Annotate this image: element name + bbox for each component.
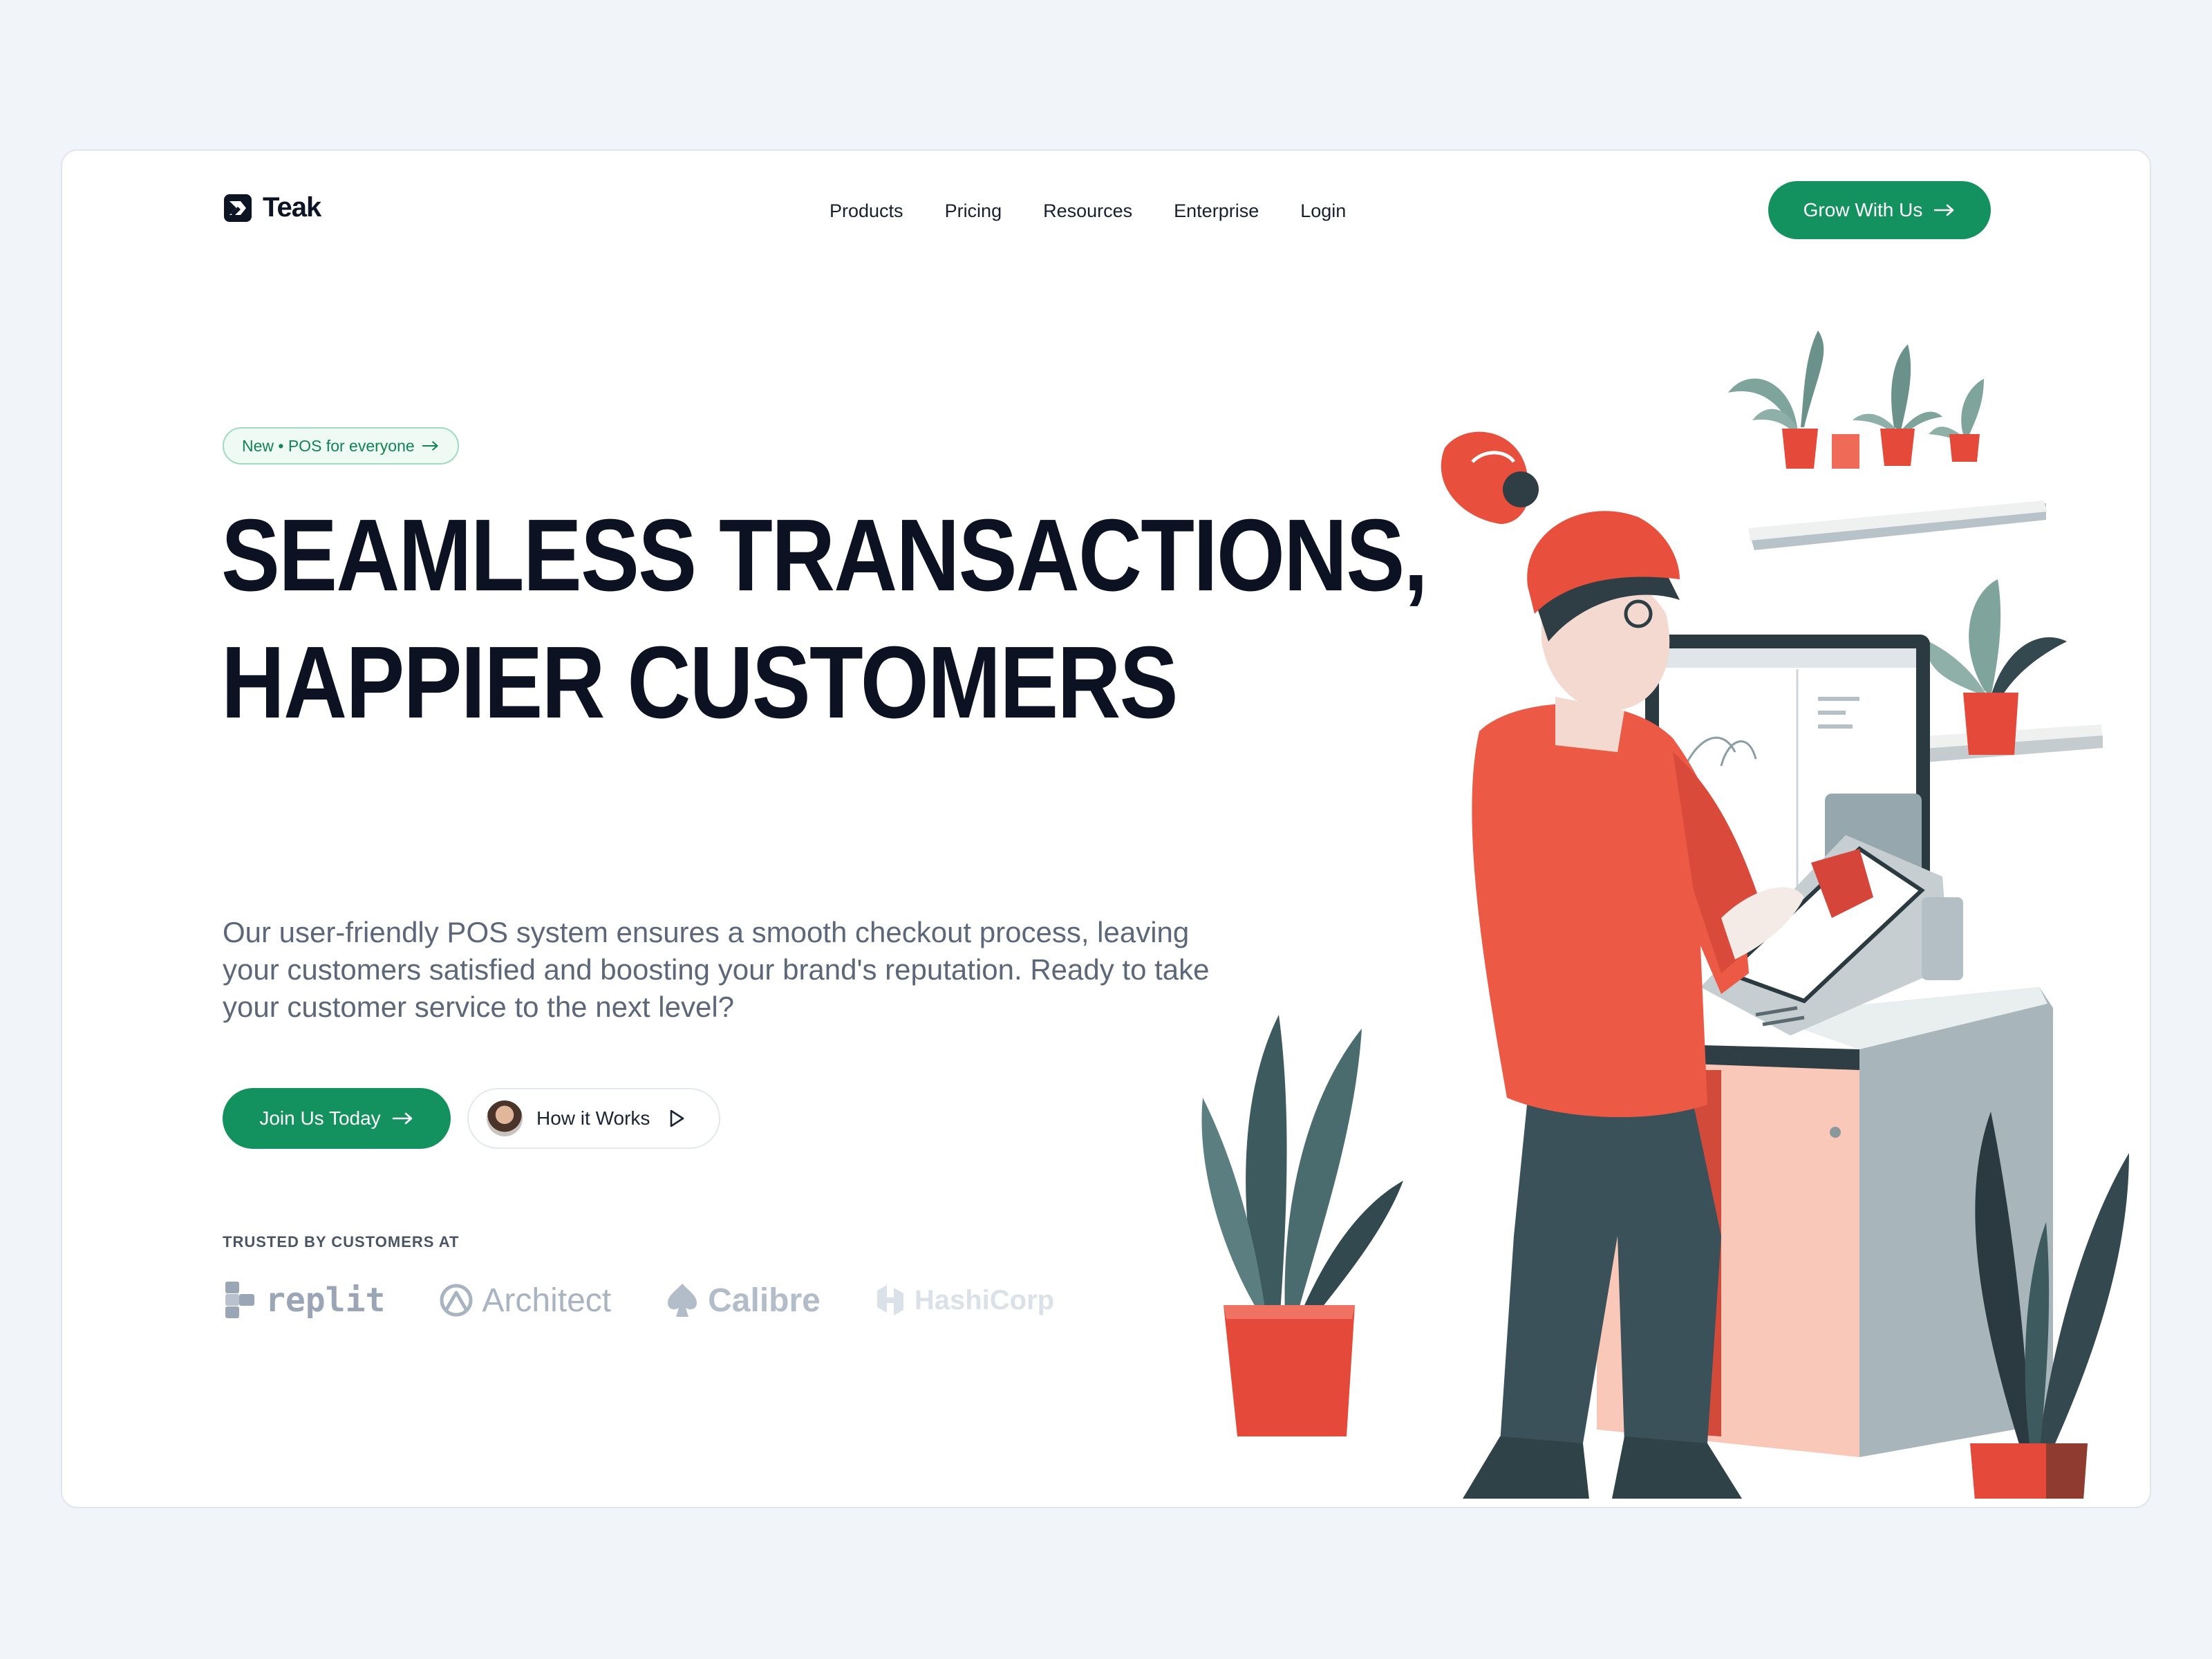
company-name-calibre: Calibre	[708, 1282, 821, 1319]
shelf-plant-2	[1853, 344, 1942, 466]
main-nav: Products Pricing Resources Enterprise Lo…	[830, 200, 1346, 222]
brand-logo[interactable]: Teak	[223, 192, 321, 223]
join-us-today-button[interactable]: Join Us Today	[223, 1088, 451, 1149]
hero-headline: SEAMLESS TRANSACTIONS, HAPPIER CUSTOMERS	[221, 492, 1428, 747]
arrow-right-icon	[1934, 204, 1954, 216]
company-name-hashicorp: HashiCorp	[914, 1284, 1055, 1315]
landing-page-card: Teak Products Pricing Resources Enterpri…	[61, 149, 2151, 1508]
hero-illustration	[1201, 330, 2129, 1499]
teak-logo-icon	[224, 194, 252, 222]
grow-with-us-label: Grow With Us	[1803, 199, 1923, 221]
nav-item-login[interactable]: Login	[1300, 200, 1346, 222]
nav-item-pricing[interactable]: Pricing	[945, 200, 1002, 222]
company-logo-replit: replit	[223, 1280, 385, 1320]
arrow-right-icon	[392, 1112, 412, 1125]
hero-subtitle: Our user-friendly POS system ensures a s…	[223, 916, 1210, 1023]
announcement-badge[interactable]: New • POS for everyone	[223, 427, 459, 465]
arrow-right-icon	[422, 441, 438, 451]
hashicorp-logo-icon	[877, 1285, 903, 1315]
nav-item-enterprise[interactable]: Enterprise	[1174, 200, 1259, 222]
architect-logo-icon	[440, 1284, 473, 1317]
play-icon	[671, 1109, 684, 1127]
left-floor-plant	[1201, 1015, 1403, 1436]
customer-logos: replit Architect Calibre HashiCorp	[223, 1280, 1054, 1320]
spade-logo-icon	[668, 1284, 697, 1317]
nav-item-products[interactable]: Products	[830, 200, 903, 222]
how-it-works-button[interactable]: How it Works	[467, 1088, 720, 1149]
shelf-cup	[1832, 434, 1859, 469]
shelf-plant-1	[1728, 330, 1824, 469]
how-it-works-label: How it Works	[536, 1107, 650, 1129]
presenter-avatar	[487, 1100, 523, 1136]
company-name-replit: replit	[265, 1281, 386, 1320]
announcement-badge-label: New • POS for everyone	[242, 436, 415, 455]
company-logo-calibre: Calibre	[665, 1282, 821, 1320]
grow-with-us-button[interactable]: Grow With Us	[1768, 181, 1991, 239]
company-logo-hashicorp: HashiCorp	[874, 1282, 1054, 1318]
brand-name: Teak	[263, 192, 321, 223]
hero-headline-line-1: SEAMLESS TRANSACTIONS,	[221, 498, 1428, 612]
replit-logo-icon	[225, 1282, 254, 1318]
trusted-by-label: TRUSTED BY CUSTOMERS AT	[223, 1233, 460, 1250]
join-us-today-label: Join Us Today	[259, 1107, 381, 1129]
nav-item-resources[interactable]: Resources	[1043, 200, 1132, 222]
company-logo-architect: Architect	[439, 1282, 611, 1320]
hero-headline-line-2: HAPPIER CUSTOMERS	[221, 626, 1179, 740]
upper-shelf	[1749, 500, 2047, 550]
company-name-architect: Architect	[482, 1282, 612, 1319]
shelf-plant-3	[1929, 379, 1984, 462]
